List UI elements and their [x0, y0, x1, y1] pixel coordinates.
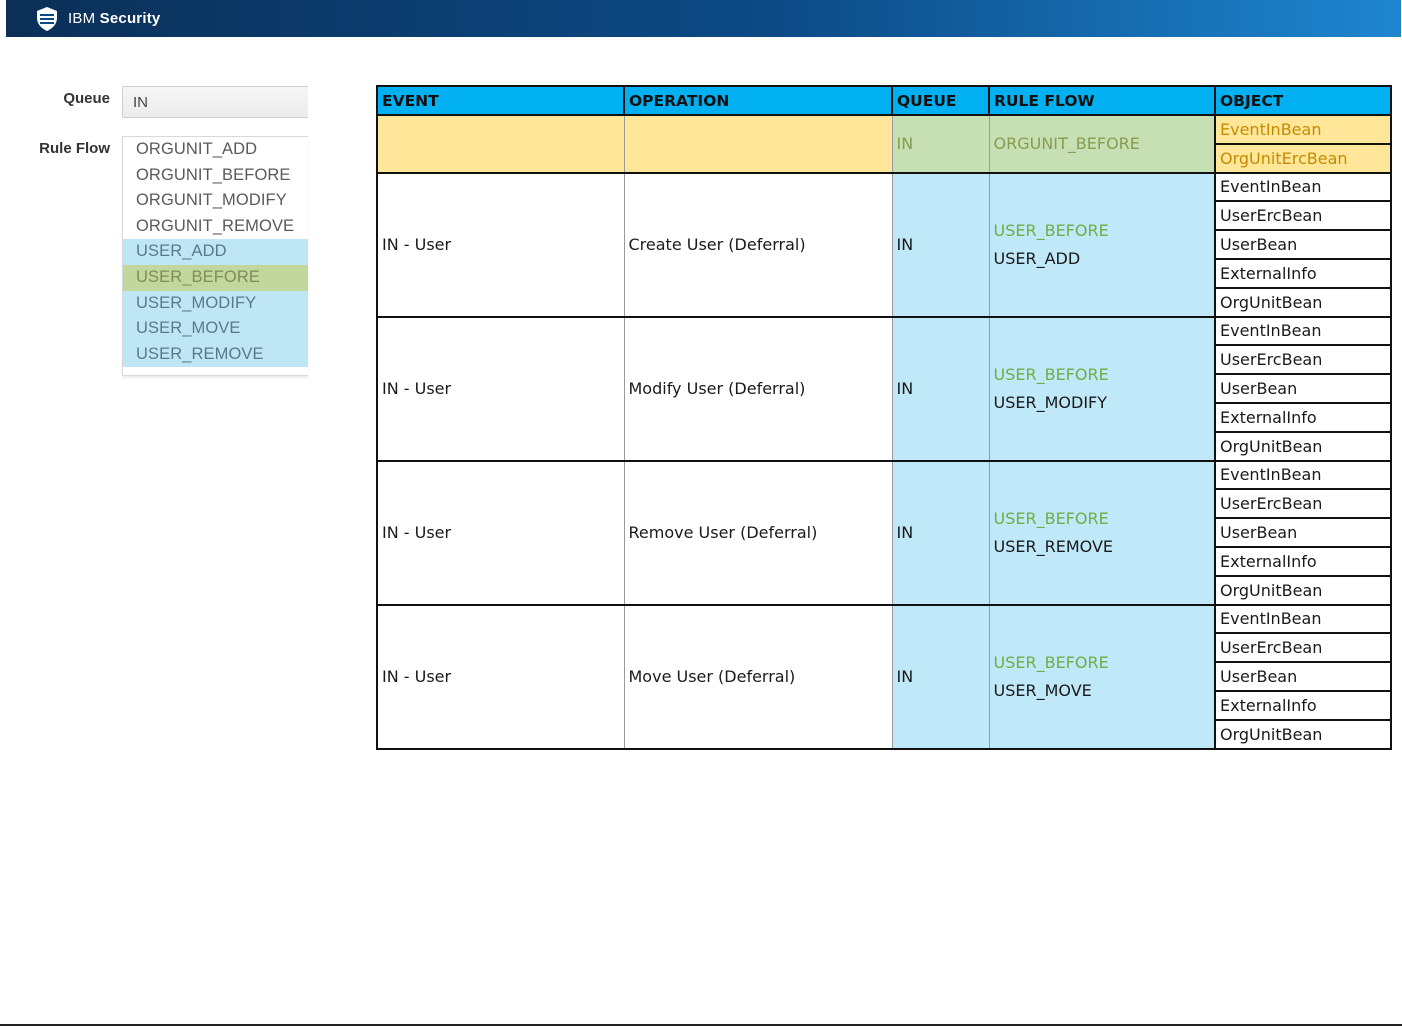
ruleflow-option[interactable]: ORGUNIT_BEFORE — [123, 163, 308, 189]
rule-flow-name: USER_MODIFY — [993, 392, 1108, 412]
cell-object: OrgUnitBean — [1214, 718, 1392, 750]
cell-object: UserBean — [1214, 373, 1392, 404]
cell-event: IN - User — [376, 603, 625, 750]
ruleflow-option[interactable]: USER_BEFORE — [123, 264, 308, 291]
rule-flow-before: USER_BEFORE — [993, 508, 1109, 528]
cell-object: UserErcBean — [1214, 344, 1392, 376]
header-operation: OPERATION — [623, 85, 893, 116]
cell-event: IN - User — [376, 171, 625, 318]
table-row: IN ORGUNIT_BEFORE EventInBean — [376, 114, 1392, 174]
cell-operation: Modify User (Deferral) — [623, 315, 893, 462]
cell-object: UserBean — [1214, 229, 1392, 260]
cell-event: IN - User — [376, 459, 625, 606]
ruleflow-option[interactable]: ORGUNIT_ADD — [123, 137, 308, 163]
ruleflow-option[interactable]: USER_MOVE — [123, 316, 308, 342]
cell-object: ExternalInfo — [1214, 545, 1392, 577]
cell-rule-flow: USER_BEFORE USER_ADD — [988, 171, 1216, 318]
header-rule-flow: RULE FLOW — [988, 85, 1216, 116]
table-row: IN - User Create User (Deferral) IN USER_BE… — [376, 171, 1392, 318]
cell-queue: IN — [891, 603, 990, 750]
ruleflow-label: Rule Flow — [39, 140, 110, 157]
cell-object: UserErcBean — [1214, 632, 1392, 664]
rule-flow-before: USER_BEFORE — [993, 220, 1109, 240]
brand[interactable]: IBM Security — [34, 6, 160, 32]
cell-object: UserBean — [1214, 517, 1392, 548]
header-event: EVENT — [376, 85, 625, 116]
table-body: IN ORGUNIT_BEFORE EventInBean OrgUnitErcBea… — [376, 114, 1392, 750]
rule-flow-name: USER_REMOVE — [993, 536, 1114, 556]
cell-object: OrgUnitErcBean — [1214, 142, 1392, 174]
cell-object: ExternalInfo — [1214, 689, 1392, 721]
cell-rule-flow: USER_BEFORE USER_MOVE — [988, 603, 1216, 750]
cell-operation — [623, 114, 893, 174]
ibm-security-logo-icon — [37, 7, 57, 31]
cell-object: UserErcBean — [1214, 200, 1392, 232]
cell-queue: IN — [891, 315, 990, 462]
cell-queue: IN — [891, 114, 990, 174]
brand-text: IBM Security — [68, 7, 160, 31]
cell-rule-flow: USER_BEFORE USER_REMOVE — [988, 459, 1216, 606]
ruleflow-option[interactable]: ORGUNIT_REMOVE — [123, 214, 308, 240]
event-mapping-table: EVENT OPERATION QUEUE RULE FLOW OBJECT I… — [376, 85, 1392, 750]
cell-queue: IN — [891, 459, 990, 606]
ruleflow-option[interactable]: USER_ADD — [123, 239, 308, 265]
cell-operation: Create User (Deferral) — [623, 171, 893, 318]
brand-ibm: IBM — [68, 10, 96, 27]
cell-object: ExternalInfo — [1214, 401, 1392, 433]
ruleflow-option[interactable]: USER_MODIFY — [123, 290, 308, 317]
cell-object: UserBean — [1214, 661, 1392, 692]
queue-label: Queue — [63, 90, 110, 107]
cell-object: ExternalInfo — [1214, 257, 1392, 289]
cell-object: OrgUnitBean — [1214, 286, 1392, 318]
cell-object: EventInBean — [1214, 315, 1392, 347]
cell-rule-flow: ORGUNIT_BEFORE — [988, 114, 1216, 174]
top-header-bar: IBM Security — [6, 0, 1401, 37]
cell-event: IN - User — [376, 315, 625, 462]
cell-event — [376, 114, 625, 174]
table-row: IN - User Modify User (Deferral) IN USER_BE… — [376, 315, 1392, 462]
queue-input[interactable] — [122, 86, 308, 118]
brand-security: Security — [99, 10, 161, 27]
header-object: OBJECT — [1214, 85, 1392, 116]
ruleflow-option[interactable]: ORGUNIT_MODIFY — [123, 188, 308, 214]
ruleflow-listbox[interactable]: ORGUNIT_ADD ORGUNIT_BEFORE ORGUNIT_MODIFY O… — [122, 136, 308, 376]
cell-object: EventInBean — [1214, 459, 1392, 491]
rule-flow-name: USER_ADD — [993, 248, 1081, 268]
cell-rule-flow: USER_BEFORE USER_MODIFY — [988, 315, 1216, 462]
table-row: IN - User Remove User (Deferral) IN USER_BE… — [376, 459, 1392, 606]
cell-object: OrgUnitBean — [1214, 574, 1392, 606]
header-queue: QUEUE — [891, 85, 990, 116]
cell-object: EventInBean — [1214, 114, 1392, 145]
cell-object: EventInBean — [1214, 603, 1392, 635]
cell-object: EventInBean — [1214, 171, 1392, 203]
rule-flow-before: USER_BEFORE — [993, 364, 1109, 384]
rule-flow-name: USER_MOVE — [993, 680, 1092, 700]
cell-operation: Remove User (Deferral) — [623, 459, 893, 606]
table-header-row: EVENT OPERATION QUEUE RULE FLOW OBJECT — [376, 85, 1392, 116]
rule-flow-before: USER_BEFORE — [993, 652, 1109, 672]
cell-queue: IN — [891, 171, 990, 318]
cell-operation: Move User (Deferral) — [623, 603, 893, 750]
cell-object: OrgUnitBean — [1214, 430, 1392, 462]
ruleflow-option[interactable]: USER_REMOVE — [123, 341, 308, 368]
table-row: IN - User Move User (Deferral) IN USER_BEFO… — [376, 603, 1392, 750]
cell-object: UserErcBean — [1214, 488, 1392, 520]
